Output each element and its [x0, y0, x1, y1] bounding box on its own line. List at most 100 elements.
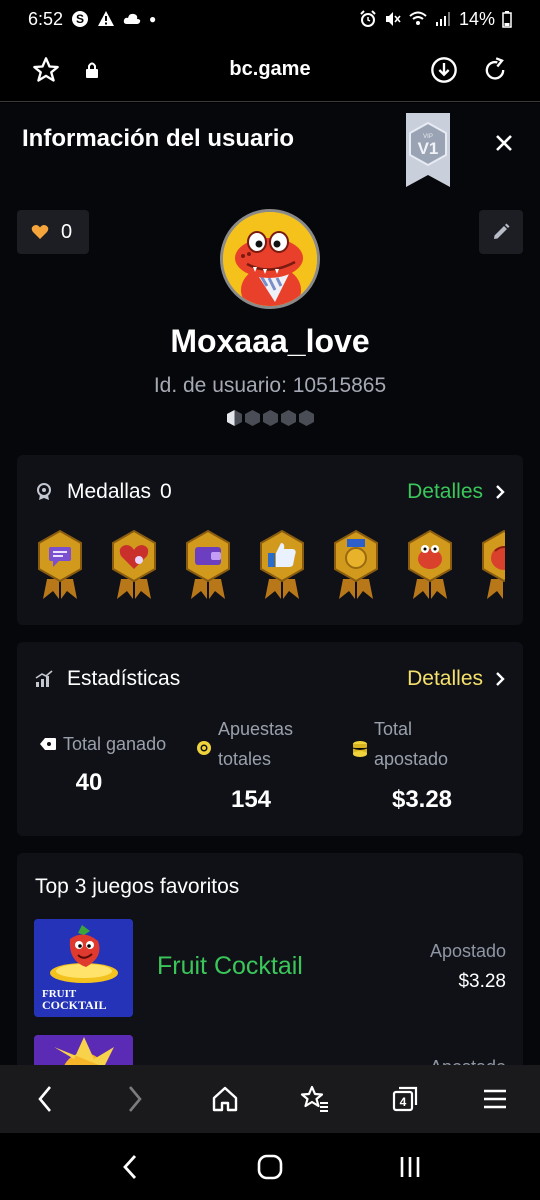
bookmarks-button[interactable]: [270, 1065, 360, 1133]
vip-level-text: V1: [418, 139, 439, 158]
download-icon: [431, 56, 457, 83]
dino-medal-icon[interactable]: [405, 529, 455, 601]
medals-details-link[interactable]: Detalles: [407, 480, 505, 504]
browser-toolbar: 4: [0, 1065, 540, 1133]
fruit-cocktail-thumbnail-icon: FRUIT COCKTAIL: [34, 919, 133, 1017]
favorite-game-row[interactable]: FRUIT COCKTAIL Fruit Cocktail Apostado $…: [34, 919, 506, 1017]
tabs-count: 4: [400, 1095, 407, 1109]
close-icon: [496, 135, 512, 151]
user-id: Id. de usuario: 10515865: [153, 374, 387, 397]
stat-total-bets: Apuestas totales 154: [196, 714, 336, 814]
mute-icon: [385, 12, 401, 26]
reload-icon: [485, 56, 505, 80]
system-navigation-bar: [0, 1133, 540, 1200]
stat-total-wagered: Total apostado $3.28: [352, 714, 502, 814]
total-wagered-label-line1: Total: [374, 719, 413, 739]
total-bets-label-line1: Apuestas: [218, 719, 294, 739]
system-back-button[interactable]: [0, 1133, 200, 1200]
game-thumbnail-2[interactable]: [34, 1035, 133, 1065]
modal-title: Información del usuario: [22, 125, 295, 152]
forward-button[interactable]: [90, 1065, 180, 1133]
level-gem-icon-4: [281, 410, 296, 426]
thumb-line2: COCKTAIL: [42, 998, 106, 1012]
game-name[interactable]: Fruit Cocktail: [157, 952, 303, 981]
cloud-icon: [123, 13, 141, 24]
level-gem-icon-2: [245, 410, 260, 426]
hamburger-menu-icon: [484, 1089, 506, 1109]
vip-badge-icon: VIP V1: [406, 113, 450, 187]
chevron-right-icon: [496, 672, 505, 686]
level-progress: [226, 409, 315, 427]
browser-url-bar: bc.game: [0, 38, 540, 102]
favorites-card: Top 3 juegos favoritos FRUIT COCKTAIL Fr…: [17, 853, 523, 1065]
star-list-icon: [300, 1085, 328, 1112]
menu-button[interactable]: [450, 1065, 540, 1133]
thumbs-up-medal-icon[interactable]: [257, 529, 307, 601]
pencil-icon: [494, 223, 510, 239]
game-bet-label: Apostado: [429, 941, 506, 961]
download-button[interactable]: [424, 50, 464, 90]
home-icon: [212, 1086, 238, 1112]
heart-medal-icon[interactable]: [109, 529, 159, 601]
total-won-label: Total ganado: [63, 734, 167, 754]
medals-count: 0: [160, 480, 172, 503]
chevron-left-icon: [38, 1086, 51, 1112]
stats-details-label: Detalles: [407, 667, 483, 690]
tag-icon: [40, 738, 56, 750]
bar-chart-icon: [35, 670, 53, 688]
system-back-icon: [123, 1154, 137, 1179]
tabs-button[interactable]: 4: [360, 1065, 450, 1133]
stat-total-won: Total ganado 40: [39, 729, 189, 797]
medals-card: Medallas 0 Detalles: [17, 455, 523, 625]
favorite-game-row-2[interactable]: Apostado: [34, 1035, 506, 1065]
chevron-right-icon: [496, 485, 505, 499]
system-recents-button[interactable]: [340, 1133, 540, 1200]
back-button[interactable]: [0, 1065, 90, 1133]
battery-percent: 14%: [458, 8, 495, 29]
edit-profile-button[interactable]: [479, 210, 523, 254]
tabs-icon: 4: [392, 1086, 418, 1112]
medals-details-label: Detalles: [407, 480, 483, 503]
stats-details-link[interactable]: Detalles: [407, 667, 505, 691]
total-bets-label-line2: totales: [218, 749, 272, 769]
home-button[interactable]: [180, 1065, 270, 1133]
close-button[interactable]: [488, 127, 520, 159]
medals-list: [35, 529, 505, 601]
stats-card: Estadísticas Detalles Total ganado 40 Ap…: [17, 642, 523, 836]
signal-icon: [435, 12, 450, 26]
coin-medal-icon[interactable]: [331, 529, 381, 601]
chat-medal-icon[interactable]: [35, 529, 85, 601]
chevron-right-icon: [129, 1086, 142, 1112]
reload-button[interactable]: [475, 50, 515, 90]
status-bar: 6:52 S ● 14%: [0, 0, 540, 38]
battery-icon: [502, 11, 512, 28]
game-bet-label-2: Apostado: [430, 1057, 506, 1065]
dino-avatar-icon: [223, 212, 317, 306]
svg-text:S: S: [76, 12, 84, 26]
total-wagered-label-line2: apostado: [374, 749, 449, 769]
total-won-value: 40: [75, 769, 103, 796]
level-gem-icon-1: [227, 410, 242, 426]
stats-title: Estadísticas: [67, 667, 181, 690]
username: Moxaaa_love: [170, 323, 370, 359]
total-wagered-value: $3.28: [391, 786, 453, 813]
lock-indicator: [72, 50, 112, 90]
status-time: 6:52: [28, 8, 64, 29]
chip-icon: [197, 741, 211, 755]
system-home-button[interactable]: [200, 1133, 340, 1200]
level-gem-icon-5: [299, 410, 314, 426]
heart-icon: [31, 225, 49, 239]
game-thumbnail-2-icon: [34, 1035, 133, 1065]
star-icon: [33, 56, 59, 82]
game-thumbnail[interactable]: FRUIT COCKTAIL: [34, 919, 133, 1017]
likes-button[interactable]: 0: [17, 210, 89, 254]
bookmark-button[interactable]: [26, 50, 66, 90]
stats-header: Estadísticas Detalles: [35, 667, 505, 691]
level-gem-icon-3: [263, 410, 278, 426]
avatar[interactable]: [220, 209, 320, 309]
dot-icon: ●: [149, 12, 157, 26]
wallet-medal-icon[interactable]: [183, 529, 233, 601]
likes-count: 0: [61, 220, 73, 243]
dino-medal-icon-2[interactable]: [479, 529, 505, 601]
warning-icon: [98, 11, 115, 26]
